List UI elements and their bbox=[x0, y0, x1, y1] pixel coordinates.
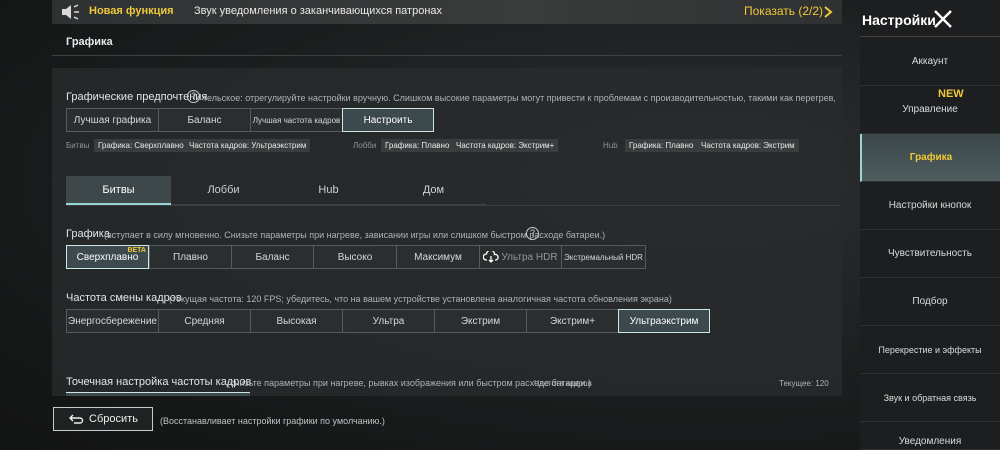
sidebar-item-notifications[interactable]: Уведомления bbox=[860, 422, 1000, 450]
tab-lobby[interactable]: Лобби bbox=[171, 176, 276, 205]
mode-tabs: Битвы Лобби Hub Дом bbox=[66, 176, 486, 205]
chevron-right-icon[interactable] bbox=[822, 5, 834, 19]
fps-hint: (текущая частота: 120 FPS; убедитесь, чт… bbox=[169, 294, 672, 304]
summary-hub-graphics: Графика: Плавно bbox=[625, 139, 698, 152]
tab-battles[interactable]: Битвы bbox=[66, 176, 171, 205]
tab-hub[interactable]: Hub bbox=[276, 176, 381, 205]
beta-badge: BETA bbox=[127, 247, 146, 254]
fine-tune-current-label: Текущее: 120 bbox=[779, 379, 829, 388]
fps-label: Частота смены кадров bbox=[66, 292, 182, 304]
fps-options: Энергосбережение Средняя Высокая Ультра … bbox=[66, 309, 710, 333]
section-title: Графика bbox=[66, 36, 113, 48]
sidebar-item-account[interactable]: Аккаунт bbox=[860, 38, 1000, 86]
notification-bar[interactable]: Новая функция Звук уведомления о заканчи… bbox=[52, 0, 842, 24]
reset-label: Сбросить bbox=[89, 413, 138, 425]
fps-option-power-saving[interactable]: Энергосбережение bbox=[66, 309, 158, 333]
notification-show-button[interactable]: Показать (2/2) bbox=[744, 4, 823, 18]
fine-tune-fps-label: Частота кадров bbox=[534, 379, 592, 388]
fine-tune-label: Точечная настройка частоты кадров bbox=[66, 376, 252, 388]
fps-option-extreme[interactable]: Экстрим bbox=[434, 309, 526, 333]
new-badge: NEW bbox=[938, 88, 964, 100]
divider bbox=[66, 205, 840, 206]
reset-button[interactable]: Сбросить bbox=[53, 407, 153, 431]
sidebar-item-crosshair[interactable]: Перекрестие и эффекты bbox=[860, 326, 1000, 374]
sidebar-item-controls[interactable]: Управление bbox=[860, 86, 1000, 134]
summary-lobby-graphics: Графика: Плавно bbox=[381, 139, 454, 152]
undo-icon bbox=[69, 414, 84, 424]
fps-option-ultra-extreme[interactable]: Ультраэкстрим bbox=[618, 309, 710, 333]
fps-option-ultra[interactable]: Ультра bbox=[342, 309, 434, 333]
sidebar-title: Настройки bbox=[862, 12, 936, 28]
sidebar-item-sensitivity[interactable]: Чувствительность bbox=[860, 230, 1000, 278]
cloud-download-icon bbox=[483, 251, 500, 263]
close-icon[interactable] bbox=[932, 8, 954, 30]
pref-option-best-fps[interactable]: Лучшая частота кадров bbox=[250, 108, 342, 132]
help-icon[interactable]: ? bbox=[526, 227, 539, 240]
graphics-option-label: Ультра HDR bbox=[501, 251, 558, 263]
graphics-option-balance[interactable]: Баланс bbox=[231, 245, 313, 269]
speaker-icon bbox=[62, 4, 79, 20]
graphics-options: Сверхплавно BETA Плавно Баланс Высоко Ма… bbox=[66, 245, 646, 269]
fine-tune-toggle[interactable] bbox=[66, 392, 250, 396]
pref-option-balance[interactable]: Баланс bbox=[158, 108, 250, 132]
divider bbox=[860, 36, 1000, 37]
tab-home[interactable]: Дом bbox=[381, 176, 486, 205]
graphics-option-high[interactable]: Высоко bbox=[313, 245, 396, 269]
summary-lobby-fps: Частота кадров: Экстрим+ bbox=[452, 139, 559, 152]
sidebar-item-sound[interactable]: Звук и обратная связь bbox=[860, 374, 1000, 422]
graphics-pref-options: Лучшая графика Баланс Лучшая частота кад… bbox=[66, 108, 434, 132]
fps-option-medium[interactable]: Средняя bbox=[158, 309, 250, 333]
summary-battles-label: Битвы bbox=[66, 141, 90, 150]
summary-lobby-label: Лобби bbox=[353, 141, 377, 150]
help-icon[interactable]: ? bbox=[187, 90, 200, 103]
fps-option-high[interactable]: Высокая bbox=[250, 309, 342, 333]
summary-hub-label: Hub bbox=[603, 141, 618, 150]
reset-hint: (Восстанавливает настройки графики по ум… bbox=[160, 416, 385, 426]
graphics-option-smooth[interactable]: Плавно bbox=[149, 245, 231, 269]
sidebar-item-button-settings[interactable]: Настройки кнопок bbox=[860, 182, 1000, 230]
notification-text: Звук уведомления о заканчивающихся патро… bbox=[194, 5, 443, 17]
divider bbox=[52, 55, 842, 56]
notification-title: Новая функция bbox=[89, 5, 174, 17]
pref-option-best-graphics[interactable]: Лучшая графика bbox=[66, 108, 158, 132]
sidebar-item-matchmaking[interactable]: Подбор bbox=[860, 278, 1000, 326]
settings-sidebar: Настройки Аккаунт Управление NEW Графика… bbox=[860, 0, 1000, 450]
summary-battles-fps: Частота кадров: Ультраэкстрим bbox=[185, 139, 311, 152]
sidebar-item-graphics[interactable]: Графика bbox=[860, 134, 1000, 182]
summary-battles-graphics: Графика: Сверхплавно bbox=[94, 139, 188, 152]
summary-hub-fps: Частота кадров: Экстрим bbox=[697, 139, 799, 152]
pref-option-custom[interactable]: Настроить bbox=[342, 108, 434, 132]
graphics-option-max[interactable]: Максимум bbox=[396, 245, 479, 269]
graphics-option-extreme-hdr[interactable]: Экстремальный HDR bbox=[561, 245, 646, 269]
fps-option-extreme-plus[interactable]: Экстрим+ bbox=[526, 309, 618, 333]
graphics-option-ultra-hdr[interactable]: Ультра HDR bbox=[479, 245, 561, 269]
graphics-option-super-smooth[interactable]: Сверхплавно BETA bbox=[66, 245, 149, 269]
graphics-pref-hint: тельское: отрегулируйте настройки вручну… bbox=[203, 93, 838, 103]
